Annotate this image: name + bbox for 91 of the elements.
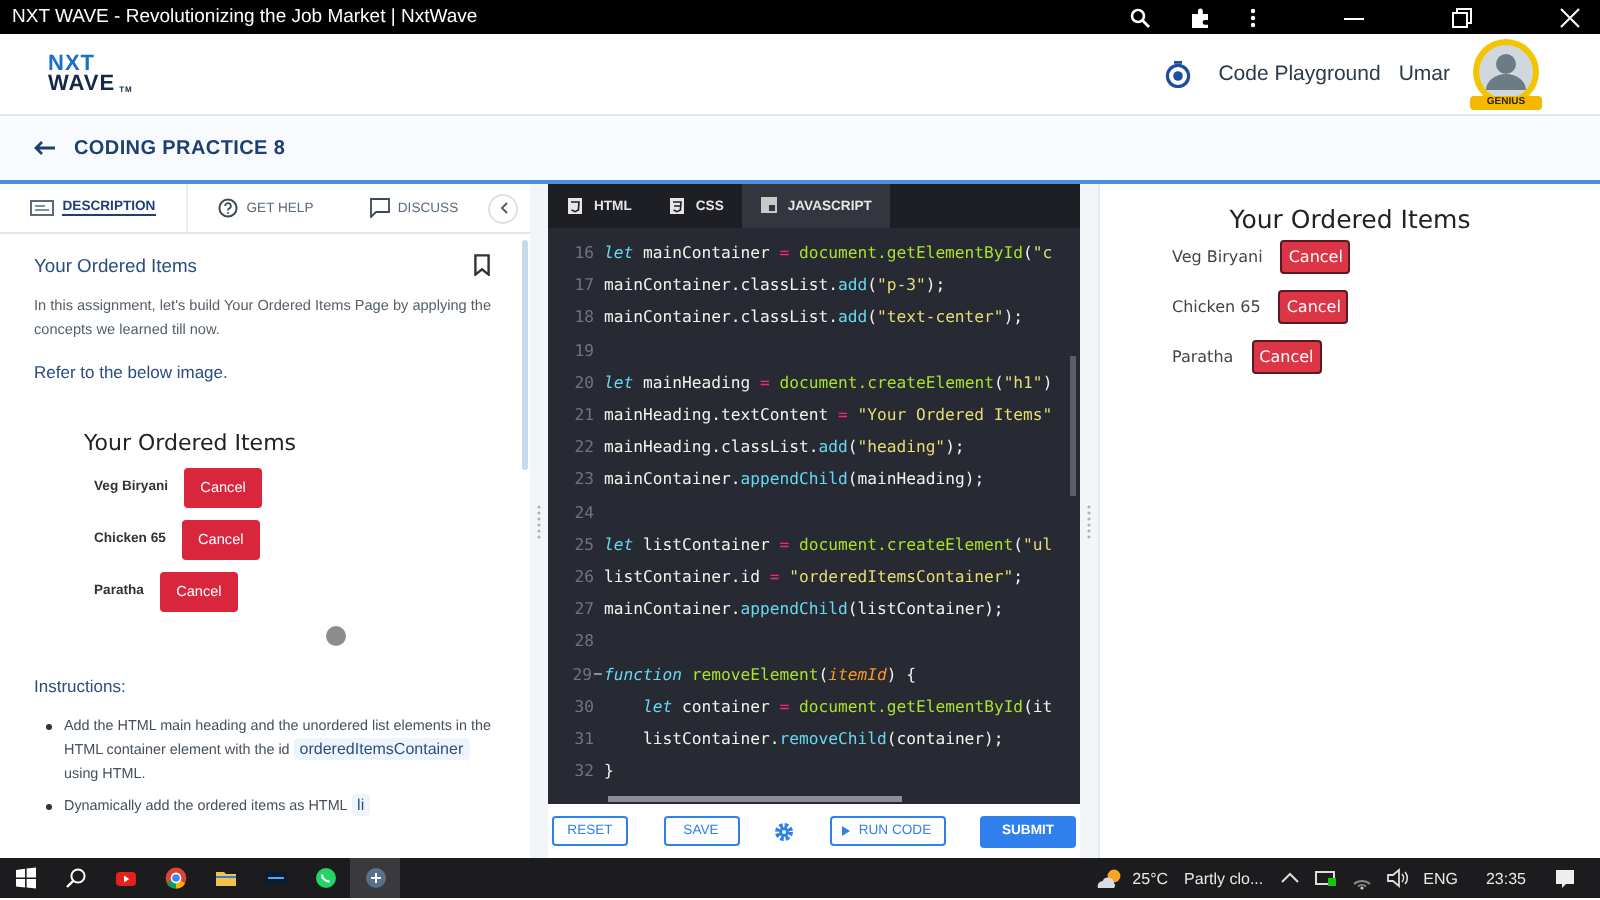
chat-icon[interactable] [313, 866, 337, 890]
line-number: 22 [572, 436, 596, 457]
weather-text: Partly clo... [1184, 869, 1264, 887]
code-line: mainContainer.appendChild(listContainer); [604, 598, 1004, 619]
instructions-heading: Instructions: [34, 675, 128, 696]
bookmark-icon[interactable] [474, 254, 490, 276]
code-line: mainHeading.classList.add("heading"); [604, 436, 965, 457]
line-number: 21 [572, 404, 596, 425]
javascript-icon [759, 196, 778, 216]
line-number: 16 [572, 242, 596, 263]
line-number: 31 [572, 727, 596, 748]
folder-icon[interactable] [213, 866, 237, 890]
line-number: 19 [572, 339, 596, 360]
code-line: mainContainer.appendChild(mainHeading); [604, 468, 985, 489]
code-line: let container = document.getElementById(it [640, 695, 1053, 716]
code-line: listContainer.removeChild(container); [640, 727, 1004, 748]
item-name: Chicken 65 [1172, 298, 1261, 316]
line-number: 23 [572, 468, 596, 489]
code-line: mainHeading.textContent = "Your Ordered Items" [604, 404, 1053, 425]
play-icon [842, 826, 851, 836]
code-line: let listContainer = document.createElement("ul [604, 533, 1053, 554]
document-icon [30, 198, 55, 218]
line-number: 27 [572, 598, 596, 619]
collapse-button[interactable] [488, 193, 518, 223]
chat-icon [369, 198, 390, 218]
html5-icon [566, 196, 584, 216]
code-line: } [604, 760, 614, 781]
back-arrow-icon[interactable] [34, 140, 56, 156]
speaker-icon[interactable] [1385, 866, 1410, 890]
chevron-left-icon [499, 202, 507, 214]
problem-title: Your Ordered Items [34, 254, 197, 276]
weather-icon[interactable] [1096, 866, 1125, 890]
line-number: 30 [572, 695, 596, 716]
timer-icon[interactable] [1164, 60, 1193, 88]
cancel-button[interactable]: Cancel [1251, 340, 1322, 374]
puzzle-icon[interactable] [1190, 7, 1210, 27]
item-name: Veg Biryani [1172, 248, 1263, 266]
code-line: let mainHeading = document.createElement("h1") [604, 371, 1053, 392]
help-icon [218, 198, 239, 218]
cancel-button[interactable]: Cancel [1278, 290, 1349, 324]
page-title: CODING PRACTICE 8 [74, 137, 286, 159]
temperature-text: 25°C [1132, 869, 1169, 887]
code-line: function removeElement(itemId) { [604, 663, 916, 684]
logo-text: NXT [48, 54, 95, 74]
monitor-icon[interactable] [1313, 866, 1338, 890]
scrollbar-thumb[interactable] [1070, 356, 1076, 496]
bullet-icon [46, 804, 52, 811]
window-title: NXT WAVE - Revolutionizing the Job Market | NxtWave [12, 6, 480, 28]
code-playground-link[interactable]: Code Playground [1218, 62, 1381, 86]
line-number: 24 [572, 501, 596, 522]
video-play-icon[interactable] [113, 866, 137, 890]
scrollbar-thumb[interactable] [522, 240, 528, 470]
settings-icon[interactable] [774, 821, 794, 841]
resize-handle[interactable] [536, 503, 542, 539]
user-name: Umar [1398, 62, 1450, 86]
app-icon[interactable] [363, 866, 387, 890]
line-number: 20 [572, 371, 596, 392]
line-number: 25 [572, 533, 596, 554]
code-line: let mainContainer = document.getElementById("c [604, 242, 1053, 263]
browser-icon[interactable] [163, 866, 187, 890]
resize-handle[interactable] [1086, 503, 1092, 539]
logo-text: WAVE [48, 74, 116, 94]
search-icon[interactable] [1130, 7, 1150, 27]
search-icon[interactable] [63, 866, 87, 890]
line-number: 18 [572, 306, 596, 327]
restore-icon[interactable] [1452, 7, 1472, 27]
language-indicator[interactable]: ENG [1423, 869, 1458, 887]
code-line: mainContainer.classList.add("text-center"); [604, 306, 1024, 327]
windows-icon[interactable] [13, 866, 37, 890]
bullet-icon [46, 723, 52, 730]
line-number: 29 [570, 663, 594, 684]
refer-note: Refer to the below image. [34, 361, 230, 382]
preview-heading: Your Ordered Items [84, 429, 299, 456]
close-icon[interactable] [1560, 7, 1580, 27]
scrollbar-thumb[interactable] [608, 796, 902, 802]
more-icon[interactable] [1250, 7, 1256, 27]
line-number: 28 [572, 630, 596, 651]
fold-marker-icon[interactable] [594, 671, 602, 676]
item-name: Paratha [1172, 348, 1234, 366]
cursor-dot [326, 625, 346, 646]
line-number: 32 [572, 760, 596, 781]
output-heading: Your Ordered Items [1229, 204, 1471, 234]
clock-time[interactable]: 23:35 [1485, 869, 1526, 887]
code-line: mainContainer.classList.add("p-3"); [604, 274, 946, 295]
line-number: 17 [572, 274, 596, 295]
notification-icon[interactable] [1554, 867, 1576, 889]
app-icon[interactable] [263, 866, 287, 890]
cancel-button[interactable]: Cancel [1280, 240, 1351, 274]
code-line: listContainer.id = "orderedItemsContainer"; [604, 565, 1024, 586]
css3-icon [667, 196, 686, 216]
line-number: 26 [572, 565, 596, 586]
